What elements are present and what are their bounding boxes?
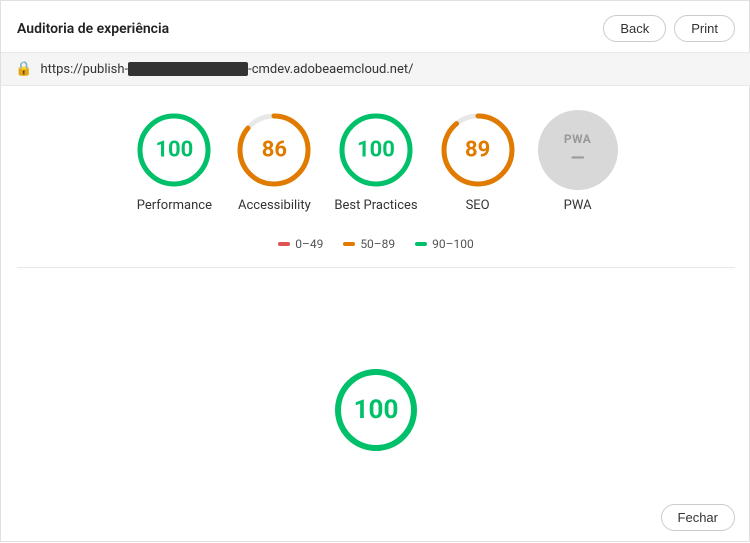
footer: Fechar bbox=[661, 504, 735, 531]
legend-label-green: 90–100 bbox=[432, 237, 474, 251]
score-item-best-practices: 100 Best Practices bbox=[334, 110, 417, 213]
bottom-score-value: 100 bbox=[354, 395, 399, 425]
page: Auditoria de experiência Back Print 🔒 ht… bbox=[1, 1, 750, 543]
scores-section: 100 Performance 86 Accessibility bbox=[1, 86, 750, 229]
score-circle-performance: 100 bbox=[134, 110, 214, 190]
bottom-section: 100 bbox=[1, 268, 750, 543]
legend-dot-red bbox=[278, 242, 290, 246]
print-button[interactable]: Print bbox=[674, 15, 735, 42]
url-redacted bbox=[128, 62, 248, 76]
score-label-best-practices: Best Practices bbox=[334, 198, 417, 213]
legend-label-red: 0–49 bbox=[295, 237, 323, 251]
score-label-seo: SEO bbox=[466, 198, 490, 213]
close-button[interactable]: Fechar bbox=[661, 504, 735, 531]
legend-dot-green bbox=[415, 242, 427, 246]
score-item-seo: 89 SEO bbox=[438, 110, 518, 213]
score-circle-best-practices: 100 bbox=[336, 110, 416, 190]
bottom-score-circle: 100 bbox=[331, 365, 421, 455]
score-circle-accessibility: 86 bbox=[234, 110, 314, 190]
pwa-circle: PWA — bbox=[538, 110, 618, 190]
legend-dot-orange bbox=[343, 242, 355, 246]
header: Auditoria de experiência Back Print bbox=[1, 1, 750, 53]
legend-item-orange: 50–89 bbox=[343, 237, 395, 251]
pwa-dash: — bbox=[571, 150, 585, 168]
legend-label-orange: 50–89 bbox=[360, 237, 395, 251]
score-value-accessibility: 86 bbox=[262, 138, 287, 163]
legend-item-red: 0–49 bbox=[278, 237, 323, 251]
score-value-best-practices: 100 bbox=[357, 138, 395, 163]
score-circle-seo: 89 bbox=[438, 110, 518, 190]
back-button[interactable]: Back bbox=[603, 15, 666, 42]
legend: 0–49 50–89 90–100 bbox=[1, 229, 750, 267]
score-item-accessibility: 86 Accessibility bbox=[234, 110, 314, 213]
score-value-performance: 100 bbox=[155, 138, 193, 163]
url-text: https://publish--cmdev.adobeaemcloud.net… bbox=[40, 62, 413, 77]
score-label-performance: Performance bbox=[137, 198, 212, 213]
score-item-pwa: PWA — PWA bbox=[538, 110, 618, 213]
score-label-accessibility: Accessibility bbox=[238, 198, 311, 213]
page-title: Auditoria de experiência bbox=[17, 21, 169, 37]
pwa-circle-label: PWA bbox=[564, 132, 592, 146]
score-item-performance: 100 Performance bbox=[134, 110, 214, 213]
legend-item-green: 90–100 bbox=[415, 237, 474, 251]
url-bar: 🔒 https://publish--cmdev.adobeaemcloud.n… bbox=[1, 53, 750, 86]
score-value-seo: 89 bbox=[465, 138, 490, 163]
lock-icon: 🔒 bbox=[15, 61, 32, 77]
header-buttons: Back Print bbox=[603, 15, 735, 42]
score-label-pwa: PWA bbox=[564, 198, 592, 213]
